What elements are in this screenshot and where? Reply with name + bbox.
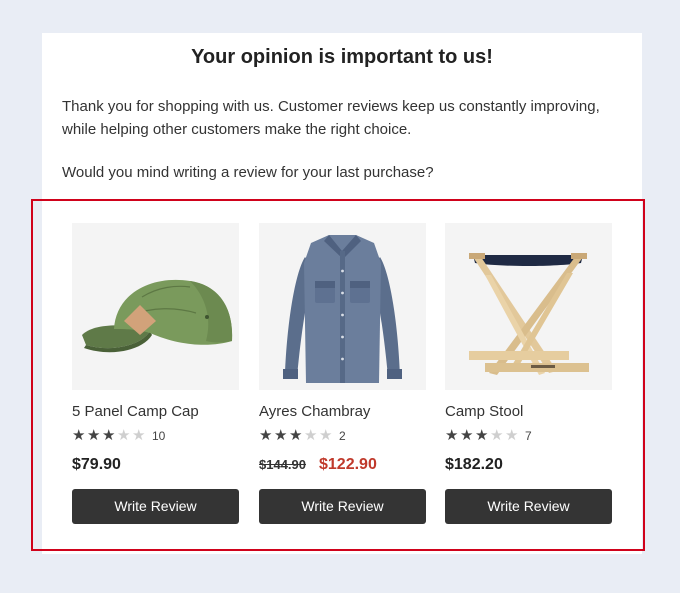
product-rating: ★ ★ ★ ★ ★ 2 xyxy=(259,427,426,444)
product-rating: ★ ★ ★ ★ ★ 10 xyxy=(72,427,239,444)
star-filled-icon: ★ xyxy=(475,427,489,444)
star-empty-icon: ★ xyxy=(319,427,333,444)
star-filled-icon: ★ xyxy=(289,427,303,444)
price-row: $79.90 xyxy=(72,456,239,476)
product-card: Ayres Chambray ★ ★ ★ ★ ★ 2 $144.90 $122.90 W… xyxy=(259,223,426,524)
review-question: Would you mind writing a review for your… xyxy=(62,164,434,181)
star-empty-icon: ★ xyxy=(490,427,504,444)
price-row: $182.20 xyxy=(445,456,612,476)
product-price: $79.90 xyxy=(72,456,121,473)
original-price: $144.90 xyxy=(259,457,306,472)
product-name[interactable]: 5 Panel Camp Cap xyxy=(72,403,239,421)
write-review-button[interactable]: Write Review xyxy=(72,489,239,524)
write-review-button[interactable]: Write Review xyxy=(259,489,426,524)
star-filled-icon: ★ xyxy=(460,427,474,444)
chambray-shirt-image[interactable] xyxy=(259,223,426,390)
green-cap-image[interactable] xyxy=(72,223,239,390)
product-name[interactable]: Camp Stool xyxy=(445,403,612,421)
star-filled-icon: ★ xyxy=(259,427,273,444)
review-count: 2 xyxy=(339,429,346,443)
star-filled-icon: ★ xyxy=(72,427,86,444)
star-empty-icon: ★ xyxy=(132,427,146,444)
star-empty-icon: ★ xyxy=(505,427,519,444)
review-count: 7 xyxy=(525,429,532,443)
star-rating: ★ ★ ★ ★ ★ xyxy=(259,427,334,444)
write-review-button[interactable]: Write Review xyxy=(445,489,612,524)
star-rating: ★ ★ ★ ★ ★ xyxy=(72,427,147,444)
star-empty-icon: ★ xyxy=(117,427,131,444)
star-filled-icon: ★ xyxy=(102,427,116,444)
product-price: $182.20 xyxy=(445,456,503,473)
intro-text: Thank you for shopping with us. Customer… xyxy=(62,98,600,138)
product-rating: ★ ★ ★ ★ ★ 7 xyxy=(445,427,612,444)
product-card: 5 Panel Camp Cap ★ ★ ★ ★ ★ 10 $79.90 Write R… xyxy=(72,223,239,524)
product-card: Camp Stool ★ ★ ★ ★ ★ 7 $182.20 Write Review xyxy=(445,223,612,524)
price-row: $144.90 $122.90 xyxy=(259,456,426,476)
star-filled-icon: ★ xyxy=(87,427,101,444)
star-filled-icon: ★ xyxy=(274,427,288,444)
star-rating: ★ ★ ★ ★ ★ xyxy=(445,427,520,444)
email-title: Your opinion is important to us! xyxy=(191,46,493,68)
star-empty-icon: ★ xyxy=(304,427,318,444)
camp-stool-image[interactable] xyxy=(445,223,612,390)
product-name[interactable]: Ayres Chambray xyxy=(259,403,426,421)
star-filled-icon: ★ xyxy=(445,427,459,444)
review-count: 10 xyxy=(152,429,166,443)
sale-price: $122.90 xyxy=(319,456,377,473)
